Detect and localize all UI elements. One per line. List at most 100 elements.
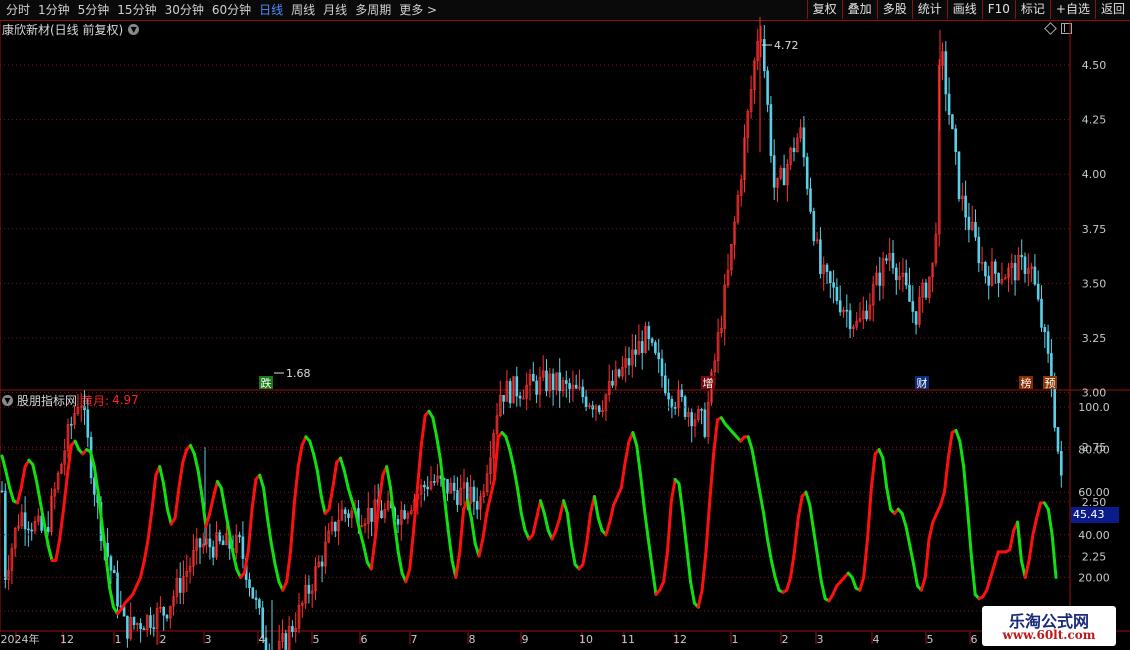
candle-body [446, 479, 449, 494]
candle-body [951, 114, 954, 130]
candle-body [680, 389, 684, 398]
indicator-segment [765, 537, 773, 562]
candle-body [254, 597, 258, 600]
time-label: 1 [732, 633, 739, 646]
candle-body [581, 386, 585, 398]
indicator-segment [158, 465, 166, 486]
price-tick-label: 4.00 [1082, 168, 1107, 181]
candle-body [370, 507, 373, 522]
indicator-segment [531, 516, 539, 537]
indicator-segment [665, 499, 673, 554]
candle-body [23, 512, 27, 530]
indicator-segment [358, 529, 366, 547]
price-tick-label: 2.25 [1082, 550, 1107, 563]
candle-body [967, 216, 971, 230]
indicator-segment [581, 541, 589, 567]
candle-body [634, 349, 637, 355]
indicator-segment [150, 473, 158, 511]
indicator-segment [954, 428, 962, 443]
candle-body [825, 264, 829, 272]
indicator-current-label: 45.43 [1071, 507, 1119, 523]
candle-body [667, 392, 670, 400]
candle-body [347, 513, 350, 519]
time-label: 12 [673, 633, 687, 646]
indicator-segment [4, 469, 12, 490]
time-label: 3 [205, 633, 212, 646]
watermark-url: www.60lt.com [1002, 628, 1096, 642]
candle-body [891, 253, 895, 269]
indicator-segment [458, 507, 466, 554]
candle-body [782, 168, 786, 186]
indicator-segment [104, 554, 112, 590]
indicator-segment [689, 580, 696, 605]
candle-body [911, 301, 915, 312]
indicator-segment [35, 480, 42, 505]
indicator-tick-label: 20.00 [1078, 571, 1110, 584]
indicator-segment [704, 499, 712, 554]
candle-body [848, 310, 852, 329]
candle-body [924, 282, 928, 298]
candle-body [947, 93, 951, 115]
indicator-segment [1008, 529, 1016, 552]
indicator-segment [192, 452, 200, 473]
time-label: 2024年 [1, 632, 40, 646]
candle-body [241, 536, 245, 559]
indicator-segment [862, 537, 870, 579]
candle-body [657, 352, 661, 360]
indicator-tick-label: 80.00 [1078, 444, 1110, 457]
indicator-segment [1016, 520, 1023, 562]
candle-body [660, 358, 664, 377]
indicator-segment [554, 516, 562, 533]
candle-body [535, 380, 538, 395]
candle-body [1013, 263, 1017, 281]
indicator-segment [508, 448, 516, 469]
time-label: 6 [971, 633, 978, 646]
candle-body [518, 395, 522, 399]
indicator-segment [669, 477, 677, 503]
candle-body [993, 261, 997, 274]
candle-body [403, 510, 406, 519]
candle-body [198, 538, 202, 548]
candle-body [640, 341, 644, 353]
chart-canvas[interactable]: 4.504.254.003.753.503.253.002.752.502.25… [0, 0, 1130, 650]
candle-body [812, 211, 816, 242]
indicator-segment [296, 443, 304, 469]
indicator-segment [792, 516, 800, 554]
indicator-segment [262, 486, 269, 520]
indicator-segment [639, 473, 646, 511]
candle-body [178, 577, 182, 593]
indicator-segment [942, 456, 950, 494]
candle-body [1043, 327, 1047, 332]
indicator-segment [46, 543, 54, 562]
candle-body [1033, 266, 1037, 285]
candle-body [30, 529, 34, 532]
indicator-segment [858, 575, 866, 592]
indicator-segment [992, 550, 1000, 567]
indicator-segment [219, 486, 227, 511]
indicator-segment [816, 554, 823, 584]
indicator-segment [596, 516, 604, 533]
indicator-segment [989, 563, 996, 579]
candle-body [772, 155, 776, 188]
indicator-segment [623, 439, 631, 464]
candle-body [333, 521, 337, 532]
candle-body [515, 376, 519, 397]
candle-body [865, 310, 868, 320]
indicator-segment [19, 465, 27, 490]
candle-body [809, 188, 812, 212]
candle-body [139, 623, 142, 630]
indicator-segment [419, 414, 427, 447]
candle-body [654, 342, 657, 354]
candle-body [248, 579, 251, 588]
candle-body [957, 151, 961, 200]
candle-body [974, 222, 977, 238]
indicator-segment [1035, 501, 1043, 520]
candle-body [944, 51, 948, 95]
indicator-segment [881, 456, 889, 490]
candle-body [46, 527, 50, 532]
candle-body [828, 271, 832, 284]
indicator-segment [181, 448, 189, 464]
indicator-tick-label: 40.00 [1078, 529, 1110, 542]
indicator-segment [904, 524, 912, 547]
candle-body [218, 532, 222, 542]
